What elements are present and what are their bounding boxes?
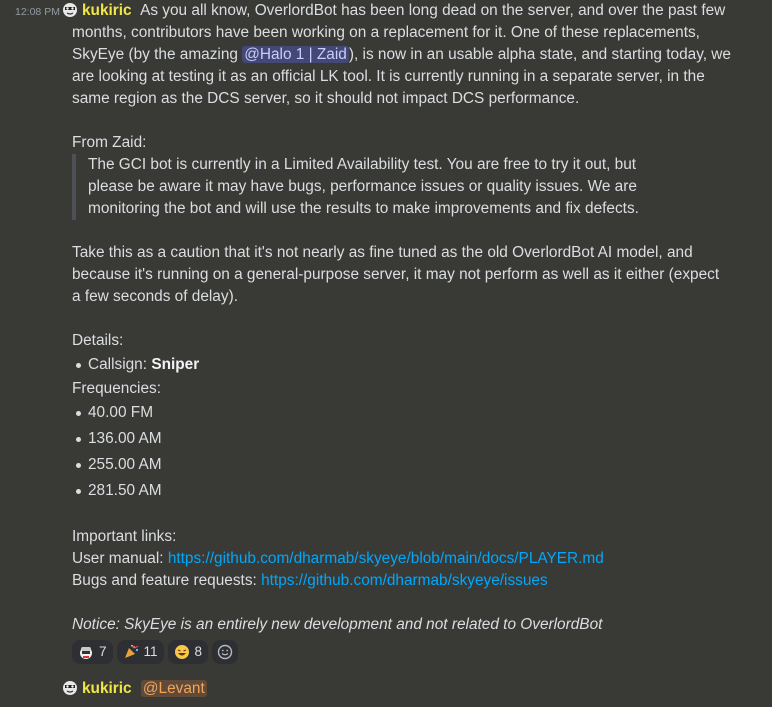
links-label: Important links: <box>72 528 177 545</box>
reaction-count: 7 <box>99 644 107 659</box>
reply-message: kukiric @Levant <box>62 678 207 700</box>
author-username[interactable]: kukiric <box>82 2 132 19</box>
message-text-line: same region as the DCS server, so it sho… <box>72 90 580 107</box>
reaction-count: 8 <box>194 644 203 659</box>
message-text-line: As you all know, OverlordBot has been lo… <box>140 2 726 19</box>
message-timestamp: 12:08 PM <box>15 6 60 18</box>
quote-line: monitoring the bot and will use the resu… <box>88 200 639 217</box>
from-label: From Zaid: <box>72 134 147 151</box>
text-span: SkyEye (by the amazing <box>72 46 243 63</box>
list-item: 136.00 AM <box>72 426 732 452</box>
add-reaction-icon <box>217 644 233 660</box>
message-text-line: Bugs and feature requests: https://githu… <box>72 570 732 592</box>
author-username[interactable]: kukiric <box>82 680 132 697</box>
reaction-count: 11 <box>143 644 158 659</box>
reaction-bar: 7 11 8 <box>72 640 732 666</box>
details-list: Callsign: Sniper <box>72 352 732 378</box>
details-label: Details: <box>72 332 124 349</box>
add-reaction-button[interactable] <box>212 640 239 664</box>
issues-link[interactable]: https://github.com/dharmab/skyeye/issues <box>261 572 548 589</box>
list-item: 40.00 FM <box>72 400 732 426</box>
block-quote: The GCI bot is currently in a Limited Av… <box>72 154 648 220</box>
message-text-line: a few seconds of delay). <box>72 288 238 305</box>
frequency-list: 40.00 FM 136.00 AM 255.00 AM 281.50 AM <box>72 400 732 504</box>
list-item: Callsign: Sniper <box>72 352 732 378</box>
list-item: 255.00 AM <box>72 452 732 478</box>
reaction-laughing[interactable]: 8 <box>167 640 209 664</box>
message-header-line: kukiric As you all know, OverlordBot has… <box>62 0 732 22</box>
list-item: 281.50 AM <box>72 478 732 504</box>
user-mention[interactable]: @Halo 1 | Zaid <box>242 46 349 63</box>
callsign-value: Sniper <box>151 356 200 373</box>
callsign-label: Callsign: <box>88 356 152 373</box>
avatar-icon[interactable] <box>62 680 78 696</box>
message-text-line: Take this as a caution that it's not nea… <box>72 244 693 261</box>
message-text-line: months, contributors have been working o… <box>72 24 700 41</box>
quote-line: please be aware it may have bugs, perfor… <box>88 178 637 195</box>
user-manual-link[interactable]: https://github.com/dharmab/skyeye/blob/m… <box>168 550 604 567</box>
user-mention[interactable]: @Levant <box>140 680 207 697</box>
reaction-pilot[interactable]: 7 <box>72 640 113 664</box>
reaction-party[interactable]: 11 <box>116 640 164 664</box>
quote-line: The GCI bot is currently in a Limited Av… <box>88 156 637 173</box>
message-text-line: are looking at testing it as an official… <box>72 68 705 85</box>
party-popper-emoji-icon <box>124 644 138 658</box>
laughing-emoji-icon <box>174 645 189 659</box>
notice-text: Notice: SkyEye is an entirely new develo… <box>72 616 603 633</box>
manual-label: User manual: <box>72 550 168 567</box>
pilot-emoji-icon <box>80 647 92 659</box>
message-text-line: User manual: https://github.com/dharmab/… <box>72 548 732 570</box>
bugs-label: Bugs and feature requests: <box>72 572 262 589</box>
frequencies-label: Frequencies: <box>72 380 161 397</box>
message-text-line: because it's running on a general-purpos… <box>72 266 720 283</box>
message-content: kukiric As you all know, OverlordBot has… <box>63 0 732 666</box>
message-text-line: SkyEye (by the amazing @Halo 1 | Zaid), … <box>72 44 732 66</box>
avatar-icon[interactable] <box>62 2 78 18</box>
text-span: ), is now in an usable alpha state, and … <box>348 46 731 63</box>
